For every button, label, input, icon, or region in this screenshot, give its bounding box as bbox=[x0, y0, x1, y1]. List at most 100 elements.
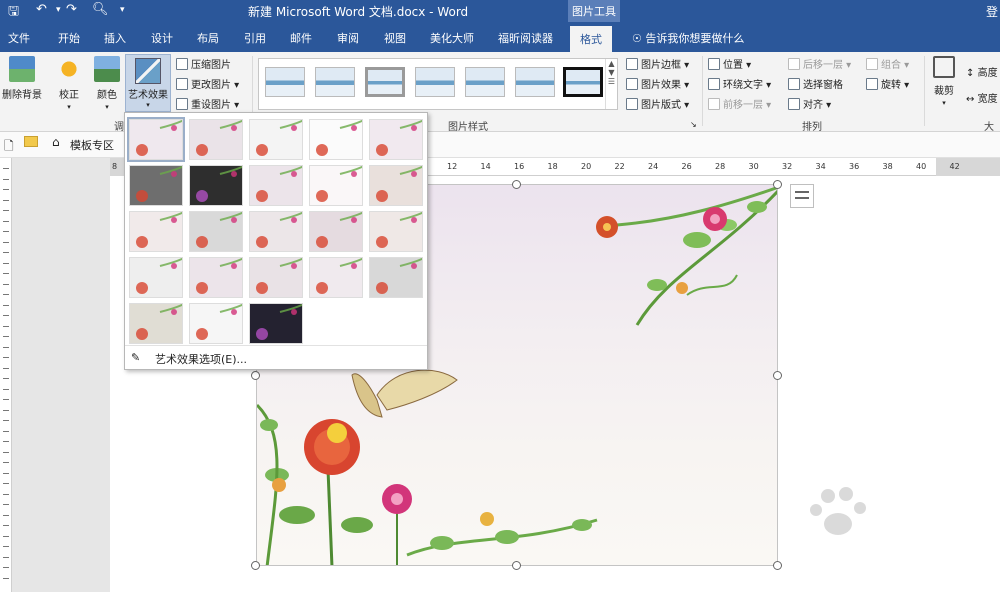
resize-handle-bottom-left[interactable] bbox=[251, 561, 260, 570]
style-thumb[interactable] bbox=[365, 67, 405, 97]
rotate-icon bbox=[866, 78, 878, 90]
resize-handle-top-right[interactable] bbox=[773, 180, 782, 189]
ruler-tick bbox=[3, 430, 9, 432]
ruler-tick bbox=[3, 168, 9, 169]
style-thumb[interactable] bbox=[465, 67, 505, 97]
picture-border-button[interactable]: 图片边框 ▾ bbox=[626, 56, 689, 71]
effect-marker[interactable] bbox=[189, 119, 243, 160]
style-thumb[interactable] bbox=[415, 67, 455, 97]
effect-crisscross[interactable] bbox=[369, 211, 423, 252]
compress-pictures-button[interactable]: 压缩图片 bbox=[176, 56, 231, 71]
tab-mailings[interactable]: 邮件 bbox=[290, 30, 312, 46]
title-bar: 🖫 ↶ ▾ ↷ 🔍︎ ▾ 新建 Microsoft Word 文档.docx -… bbox=[0, 0, 1000, 22]
send-backward-button[interactable]: 后移一层 ▾ bbox=[788, 56, 851, 71]
selection-pane-button[interactable]: 选择窗格 bbox=[788, 76, 843, 91]
effect-texturizer[interactable] bbox=[189, 257, 243, 298]
resize-handle-right[interactable] bbox=[773, 371, 782, 380]
rotate-button[interactable]: 旋转 ▾ bbox=[866, 76, 909, 91]
tab-review[interactable]: 审阅 bbox=[337, 30, 359, 46]
effect-line-drawing[interactable] bbox=[309, 119, 363, 160]
tab-format[interactable]: 格式 bbox=[570, 26, 612, 52]
effect-pastels[interactable] bbox=[129, 303, 183, 344]
effect-mosaic[interactable] bbox=[309, 257, 363, 298]
effect-preview bbox=[256, 120, 302, 156]
print-preview-icon[interactable]: 🔍︎ bbox=[92, 2, 109, 17]
effect-cement[interactable] bbox=[189, 211, 243, 252]
tab-view[interactable]: 视图 bbox=[384, 30, 406, 46]
vertical-ruler[interactable] bbox=[0, 158, 12, 592]
dialog-launcher-icon[interactable]: ↘ bbox=[690, 120, 697, 129]
effect-glow-edges-light[interactable] bbox=[189, 303, 243, 344]
artistic-effects-label: 艺术效果 bbox=[128, 90, 168, 101]
tab-insert[interactable]: 插入 bbox=[104, 30, 126, 46]
tab-meihua[interactable]: 美化大师 bbox=[430, 30, 474, 46]
style-thumb[interactable] bbox=[265, 67, 305, 97]
reset-picture-button[interactable]: 重设图片 ▾ bbox=[176, 96, 239, 111]
customize-toolbar-icon[interactable]: ▾ bbox=[120, 5, 125, 15]
picture-layout-button[interactable]: 图片版式 ▾ bbox=[626, 96, 689, 111]
home-icon[interactable]: ⌂ bbox=[52, 135, 60, 149]
height-label: 高度 bbox=[977, 68, 998, 79]
width-field[interactable]: ↔ 宽度 bbox=[966, 90, 998, 105]
effect-chalk[interactable] bbox=[369, 119, 423, 160]
effect-paint-strokes[interactable] bbox=[129, 165, 183, 206]
tab-layout[interactable]: 布局 bbox=[197, 30, 219, 46]
tab-file[interactable]: 文件 bbox=[8, 30, 30, 46]
resize-handle-top[interactable] bbox=[512, 180, 521, 189]
artistic-effects-options-item[interactable]: ✎ 艺术效果选项(E)... bbox=[125, 345, 427, 369]
tab-design[interactable]: 设计 bbox=[151, 30, 173, 46]
tab-foxit[interactable]: 福昕阅读器 bbox=[498, 30, 553, 46]
tab-references[interactable]: 引用 bbox=[244, 30, 266, 46]
style-thumb[interactable] bbox=[315, 67, 355, 97]
bring-forward-button[interactable]: 前移一层 ▾ bbox=[708, 96, 771, 111]
corrections-button[interactable]: 校正 ▾ bbox=[54, 56, 84, 112]
folder-icon[interactable] bbox=[24, 136, 38, 147]
resize-handle-left[interactable] bbox=[251, 371, 260, 380]
remove-background-button[interactable]: 删除背景 bbox=[0, 56, 44, 101]
artistic-effects-button[interactable]: 艺术效果 ▾ bbox=[125, 54, 171, 112]
effect-pencil-gray[interactable] bbox=[249, 119, 303, 160]
style-thumb[interactable] bbox=[563, 67, 603, 97]
effect-preview bbox=[136, 166, 182, 202]
ruler-tick bbox=[3, 283, 9, 285]
effect-plastic-wrap[interactable] bbox=[249, 257, 303, 298]
effect-glow-edges[interactable] bbox=[249, 303, 303, 344]
login-button[interactable]: 登 bbox=[986, 3, 998, 20]
effect-preview bbox=[376, 120, 422, 156]
tab-home[interactable]: 开始 bbox=[58, 30, 80, 46]
template-zone-link[interactable]: 模板专区 bbox=[70, 137, 114, 153]
redo-icon[interactable]: ↷ bbox=[66, 2, 77, 17]
group-objects-button[interactable]: 组合 ▾ bbox=[866, 56, 909, 71]
style-thumb[interactable] bbox=[515, 67, 555, 97]
color-button[interactable]: 颜色 ▾ bbox=[92, 56, 122, 112]
new-doc-icon[interactable]: 🗋 bbox=[4, 137, 14, 158]
picture-effects-button[interactable]: 图片效果 ▾ bbox=[626, 76, 689, 91]
undo-dropdown-icon[interactable]: ▾ bbox=[56, 5, 61, 15]
gallery-scroll[interactable]: ▲ ▼ ☰ bbox=[605, 59, 617, 109]
resize-handle-bottom-right[interactable] bbox=[773, 561, 782, 570]
effect-none[interactable] bbox=[127, 117, 185, 162]
crop-button[interactable]: 裁剪 ▾ bbox=[928, 56, 960, 108]
save-icon[interactable]: 🖫 bbox=[8, 2, 19, 24]
effect-glass[interactable] bbox=[249, 211, 303, 252]
baidu-watermark bbox=[788, 484, 948, 574]
picture-styles-gallery[interactable]: ▲ ▼ ☰ bbox=[258, 58, 618, 110]
effect-film-grain[interactable] bbox=[369, 257, 423, 298]
wrap-text-button[interactable]: 环绕文字 ▾ bbox=[708, 76, 771, 91]
change-picture-button[interactable]: 更改图片 ▾ bbox=[176, 76, 239, 91]
compress-label: 压缩图片 bbox=[191, 60, 231, 71]
effect-paint-brush[interactable] bbox=[189, 165, 243, 206]
resize-handle-bottom[interactable] bbox=[512, 561, 521, 570]
effect-watercolor[interactable] bbox=[129, 211, 183, 252]
undo-icon[interactable]: ↶ bbox=[36, 2, 47, 17]
position-button[interactable]: 位置 ▾ bbox=[708, 56, 751, 71]
height-field[interactable]: ↕ 高度 bbox=[966, 64, 998, 79]
effect-blur[interactable] bbox=[309, 165, 363, 206]
layout-options-button[interactable] bbox=[790, 184, 814, 208]
tell-me-search[interactable]: ☉ 告诉我你想要做什么 bbox=[632, 30, 744, 46]
effect-light-screen[interactable] bbox=[369, 165, 423, 206]
align-button[interactable]: 对齐 ▾ bbox=[788, 96, 831, 111]
effect-cutout[interactable] bbox=[309, 211, 363, 252]
effect-photocopy[interactable] bbox=[129, 257, 183, 298]
effect-glow-diffused[interactable] bbox=[249, 165, 303, 206]
